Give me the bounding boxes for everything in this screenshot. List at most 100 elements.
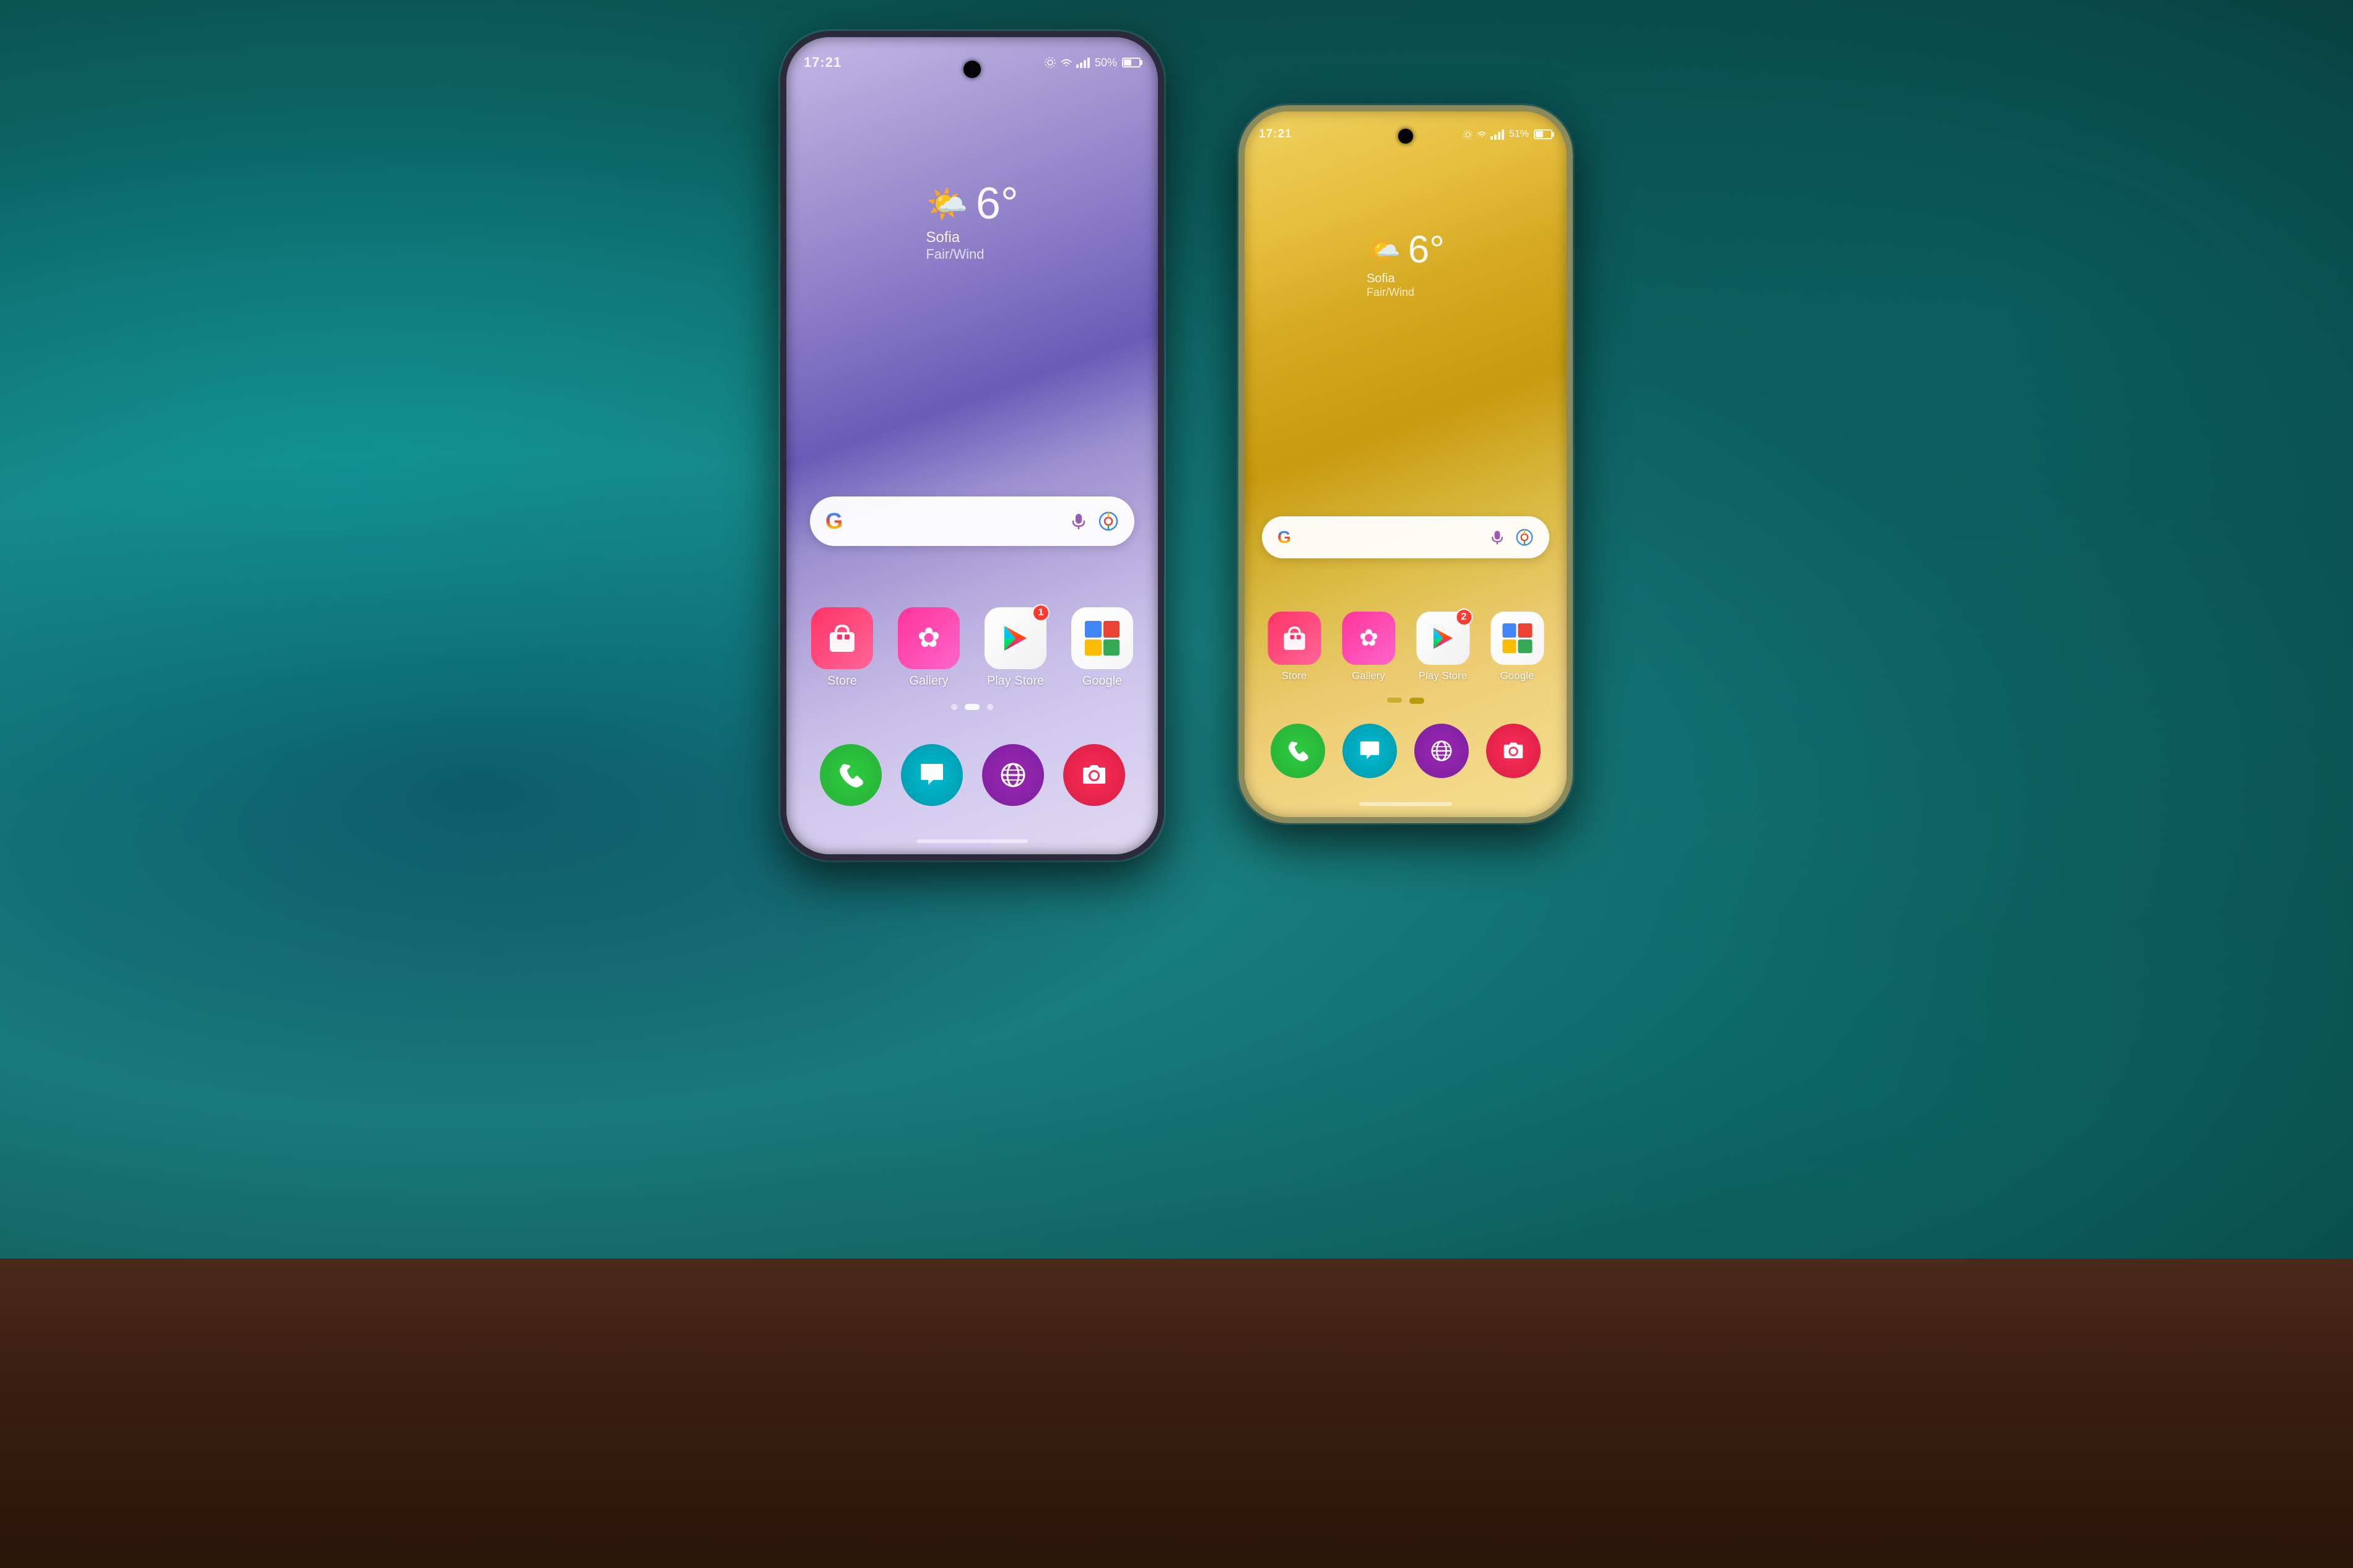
app-store-icon-wrapper-right (1268, 612, 1321, 665)
playstore-svg-left (998, 621, 1033, 656)
left-phone-status-icons (1044, 56, 1090, 69)
battery-icon-left (1122, 58, 1141, 67)
google-grid-yellow-r (1502, 639, 1516, 654)
app-store-icon-wrapper-left (811, 607, 873, 669)
power-button-right-phone[interactable] (1572, 291, 1573, 340)
dock-phone-left[interactable] (820, 744, 882, 806)
google-grid-right (1502, 623, 1532, 653)
dock-messages-left[interactable] (901, 744, 963, 806)
signal-bar-1 (1076, 64, 1079, 68)
page-dot-right-2 (1409, 698, 1424, 704)
weather-info-right: Sofia Fair/Wind (1367, 272, 1445, 299)
left-phone-screen: 17:21 (785, 36, 1159, 855)
left-phone-weather: 🌤️ 6° Sofia Fair/Wind (926, 178, 1018, 262)
left-phone-search-bar[interactable]: G (810, 496, 1134, 546)
gallery-icon-left: ✿ (898, 607, 960, 669)
page-dot-left-1 (951, 704, 957, 710)
app-playstore-right[interactable]: 2 Play Store (1414, 612, 1472, 682)
app-google-icon-wrapper-right (1490, 612, 1544, 665)
lens-icon-right[interactable] (1515, 528, 1534, 547)
page-dot-left-2 (965, 704, 980, 710)
weather-city-right: Sofia (1367, 272, 1445, 286)
google-grid-green (1103, 639, 1120, 656)
mic-icon-right[interactable] (1489, 529, 1506, 546)
app-google-left[interactable]: Google (1068, 607, 1136, 688)
google-grid-red-r (1518, 623, 1533, 638)
mic-icon-left[interactable] (1069, 511, 1089, 531)
left-phone-status-bar: 17:21 (804, 47, 1141, 78)
playstore-label-right: Play Store (1419, 670, 1467, 682)
left-phone-page-dots (951, 704, 993, 710)
dock-camera-left[interactable] (1063, 744, 1125, 806)
gallery-svg-right: ✿ (1354, 623, 1383, 653)
store-bag-svg-left (825, 621, 859, 656)
volume-down-button-right-phone[interactable] (1238, 353, 1239, 415)
left-phone-dock (810, 744, 1134, 806)
app-store-left[interactable]: Store (808, 607, 876, 688)
table-surface (0, 1258, 2353, 1568)
right-phone-dock (1262, 724, 1549, 778)
right-phone-time: 17:21 (1259, 128, 1292, 141)
app-playstore-icon-wrapper-right: 2 (1416, 612, 1469, 665)
weather-temp-left: 6° (976, 178, 1019, 229)
weather-condition-right: Fair/Wind (1367, 286, 1445, 299)
signal-bar-r3 (1498, 132, 1500, 140)
settings-icon (1044, 56, 1056, 69)
right-phone-status-right: 51% (1463, 129, 1552, 140)
weather-info-left: Sofia Fair/Wind (926, 229, 1018, 262)
right-phone-search-bar[interactable]: G (1262, 516, 1549, 558)
app-gallery-left[interactable]: ✿ Gallery (895, 607, 963, 688)
signal-bar-3 (1084, 60, 1086, 68)
settings-icon-right (1463, 129, 1473, 140)
weather-condition-left: Fair/Wind (926, 246, 1018, 262)
wifi-icon-left (1059, 57, 1073, 68)
weather-row-right: 🌤️ 6° (1367, 228, 1445, 272)
weather-icon-left: 🌤️ (926, 184, 968, 224)
google-label-right: Google (1500, 670, 1534, 682)
dock-phone-right[interactable] (1271, 724, 1325, 778)
app-gallery-right[interactable]: ✿ Gallery (1339, 612, 1398, 682)
dock-messages-right[interactable] (1342, 724, 1397, 778)
dock-internet-left[interactable] (982, 744, 1044, 806)
dock-internet-right[interactable] (1414, 724, 1469, 778)
app-playstore-icon-wrapper-left: 1 (985, 607, 1046, 669)
signal-bar-r2 (1494, 134, 1497, 140)
volume-up-button-right-phone[interactable] (1238, 279, 1239, 340)
lens-icon-left[interactable] (1098, 511, 1119, 532)
page-dot-left-3 (987, 704, 993, 710)
right-phone-status-bar: 17:21 (1259, 119, 1552, 150)
dock-camera-right[interactable] (1486, 724, 1541, 778)
playstore-label-left: Play Store (987, 674, 1044, 688)
store-icon-right (1268, 612, 1321, 665)
power-button-left-phone[interactable] (1163, 217, 1164, 266)
google-grid-red (1103, 621, 1120, 638)
store-bag-svg-right (1279, 623, 1309, 653)
phones-container: 17:21 (780, 31, 1573, 860)
store-label-left: Store (827, 674, 857, 688)
left-phone-time: 17:21 (804, 54, 842, 71)
app-gallery-icon-wrapper-left: ✿ (898, 607, 960, 669)
app-playstore-left[interactable]: 1 Play Store (981, 607, 1050, 688)
svg-text:✿: ✿ (918, 623, 941, 653)
camera-svg-left (1078, 759, 1110, 791)
phone-right: 17:21 (1238, 105, 1573, 823)
weather-temp-right: 6° (1408, 228, 1445, 272)
app-gallery-icon-wrapper-right: ✿ (1342, 612, 1395, 665)
google-icon-left (1071, 607, 1133, 669)
signal-bar-4 (1087, 58, 1090, 68)
gallery-svg-left: ✿ (911, 621, 946, 656)
left-phone-home-indicator (916, 839, 1028, 843)
right-phone-weather: 🌤️ 6° Sofia Fair/Wind (1367, 228, 1445, 299)
phone-left: 17:21 (780, 31, 1164, 860)
app-store-right[interactable]: Store (1265, 612, 1324, 682)
google-grid-yellow (1085, 639, 1102, 656)
google-g-right: G (1277, 527, 1291, 547)
signal-bar-r4 (1502, 129, 1504, 140)
left-phone-battery-percent: 50% (1095, 56, 1117, 69)
volume-up-button-left-phone[interactable] (780, 204, 781, 266)
app-google-right[interactable]: Google (1488, 612, 1547, 682)
store-label-right: Store (1282, 670, 1307, 682)
playstore-badge-right: 2 (1455, 609, 1472, 626)
battery-icon-right (1534, 129, 1552, 139)
volume-down-button-left-phone[interactable] (780, 279, 781, 340)
